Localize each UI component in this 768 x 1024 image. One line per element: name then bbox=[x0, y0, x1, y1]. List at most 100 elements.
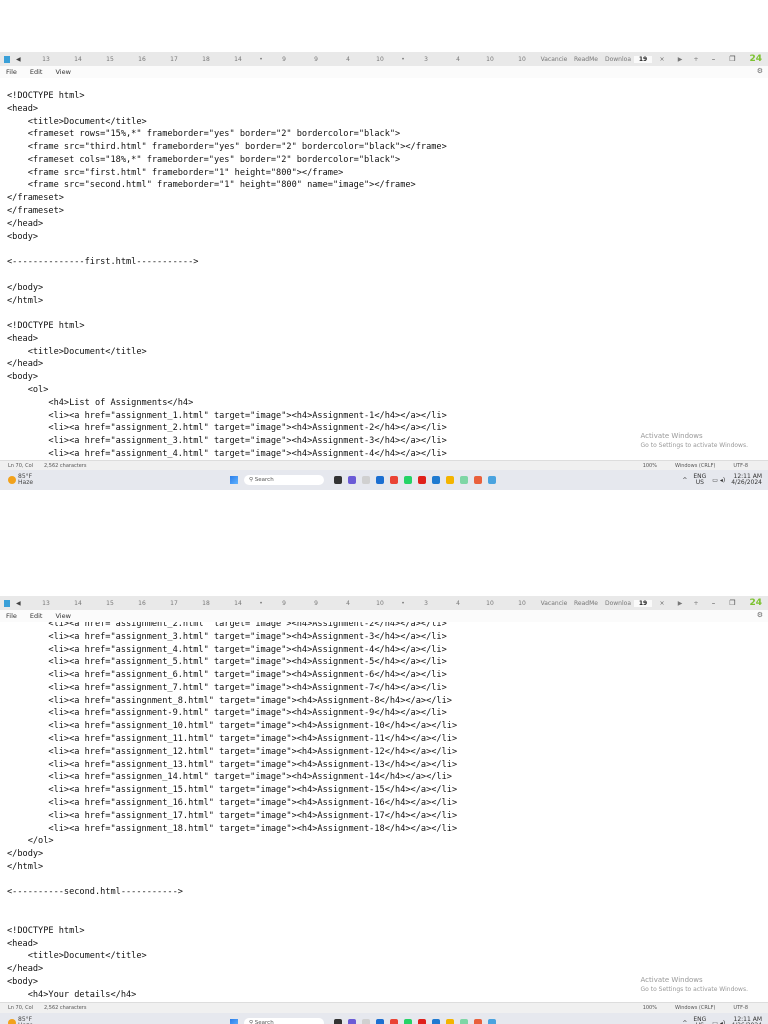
tab[interactable]: Vacancie bbox=[538, 600, 570, 607]
taskbar-app-icon[interactable] bbox=[474, 476, 482, 484]
tab[interactable]: 10 bbox=[474, 56, 506, 63]
taskbar-app-icon[interactable] bbox=[390, 1019, 398, 1024]
line-ending[interactable]: Windows (CRLF) bbox=[675, 463, 715, 469]
tab[interactable]: • bbox=[396, 600, 410, 607]
tab[interactable]: 10 bbox=[506, 56, 538, 63]
taskbar-app-icon[interactable] bbox=[362, 1019, 370, 1024]
windows-start-icon[interactable] bbox=[230, 476, 238, 484]
taskbar-app-icon[interactable] bbox=[418, 1019, 426, 1024]
tab[interactable]: 3 bbox=[410, 56, 442, 63]
tab[interactable]: 14 bbox=[222, 600, 254, 607]
taskbar-app-icon[interactable] bbox=[488, 476, 496, 484]
tab[interactable]: 4 bbox=[442, 600, 474, 607]
scroll-tabs-right-icon[interactable]: ▶ bbox=[672, 600, 688, 607]
taskbar-app-icon[interactable] bbox=[376, 1019, 384, 1024]
tab[interactable]: 3 bbox=[410, 600, 442, 607]
scroll-tabs-right-icon[interactable]: ▶ bbox=[672, 56, 688, 63]
menu-view[interactable]: View bbox=[55, 68, 70, 76]
tab[interactable]: 16 bbox=[126, 56, 158, 63]
text-editor[interactable]: <li><a href="assignment_2.html" target="… bbox=[0, 622, 768, 1002]
tab[interactable]: Downloa bbox=[602, 600, 634, 607]
tray-chevron-icon[interactable]: ^ bbox=[682, 477, 687, 484]
taskbar-app-icon[interactable] bbox=[348, 1019, 356, 1024]
tab[interactable]: 18 bbox=[190, 56, 222, 63]
taskbar-app-icon[interactable] bbox=[334, 476, 342, 484]
taskbar-app-icon[interactable] bbox=[404, 1019, 412, 1024]
new-tab-icon[interactable]: + bbox=[688, 600, 704, 607]
taskbar-app-icon[interactable] bbox=[432, 476, 440, 484]
tab[interactable]: 13 bbox=[30, 56, 62, 63]
taskbar-app-icon[interactable] bbox=[348, 476, 356, 484]
minimize-icon[interactable]: – bbox=[712, 55, 716, 63]
settings-gear-icon[interactable]: ⚙ bbox=[757, 67, 763, 75]
taskbar-app-icon[interactable] bbox=[446, 1019, 454, 1024]
zoom-level[interactable]: 100% bbox=[643, 1005, 657, 1011]
tab[interactable]: 17 bbox=[158, 600, 190, 607]
menu-edit[interactable]: Edit bbox=[30, 612, 43, 620]
weather-widget[interactable]: 85°FHaze bbox=[8, 473, 33, 487]
taskbar-app-icon[interactable] bbox=[446, 476, 454, 484]
taskbar-app-icon[interactable] bbox=[362, 476, 370, 484]
tab[interactable]: Downloa bbox=[602, 56, 634, 63]
tab[interactable]: 14 bbox=[62, 56, 94, 63]
tab-active[interactable]: 19 bbox=[634, 55, 652, 63]
scroll-tabs-left-icon[interactable]: ◀ bbox=[16, 56, 30, 63]
tab[interactable]: 15 bbox=[94, 600, 126, 607]
menu-file[interactable]: File bbox=[6, 612, 17, 620]
encoding[interactable]: UTF-8 bbox=[733, 1005, 748, 1011]
minimize-icon[interactable]: – bbox=[712, 599, 716, 607]
tab[interactable]: 9 bbox=[300, 600, 332, 607]
menu-view[interactable]: View bbox=[55, 612, 70, 620]
tab[interactable]: 15 bbox=[94, 56, 126, 63]
tray-chevron-icon[interactable]: ^ bbox=[682, 1020, 687, 1024]
tab[interactable]: ReadMe bbox=[570, 600, 602, 607]
tab[interactable]: 4 bbox=[442, 56, 474, 63]
taskbar-search[interactable]: ⚲ Search bbox=[244, 475, 324, 485]
tab[interactable]: • bbox=[254, 600, 268, 607]
tab[interactable]: 9 bbox=[268, 600, 300, 607]
tab[interactable]: 10 bbox=[474, 600, 506, 607]
settings-gear-icon[interactable]: ⚙ bbox=[757, 611, 763, 619]
taskbar-app-icon[interactable] bbox=[488, 1019, 496, 1024]
encoding[interactable]: UTF-8 bbox=[733, 463, 748, 469]
tab[interactable]: • bbox=[396, 56, 410, 63]
maximize-icon[interactable]: ❐ bbox=[729, 599, 735, 607]
taskbar-app-icon[interactable] bbox=[418, 476, 426, 484]
tab[interactable]: 14 bbox=[222, 56, 254, 63]
windows-start-icon[interactable] bbox=[230, 1019, 238, 1024]
tab[interactable]: 4 bbox=[332, 56, 364, 63]
zoom-level[interactable]: 100% bbox=[643, 463, 657, 469]
scroll-tabs-left-icon[interactable]: ◀ bbox=[16, 600, 30, 607]
taskbar-app-icon[interactable] bbox=[474, 1019, 482, 1024]
tab[interactable]: 18 bbox=[190, 600, 222, 607]
tab[interactable]: 16 bbox=[126, 600, 158, 607]
maximize-icon[interactable]: ❐ bbox=[729, 55, 735, 63]
taskbar-app-icon[interactable] bbox=[432, 1019, 440, 1024]
tab[interactable]: • bbox=[254, 56, 268, 63]
tab[interactable]: 10 bbox=[364, 600, 396, 607]
text-editor[interactable]: <!DOCTYPE html> <head> <title>Document</t… bbox=[0, 90, 768, 460]
taskbar-app-icon[interactable] bbox=[376, 476, 384, 484]
close-tab-icon[interactable]: × bbox=[652, 600, 672, 607]
new-tab-icon[interactable]: + bbox=[688, 56, 704, 63]
tab[interactable]: 9 bbox=[268, 56, 300, 63]
menu-edit[interactable]: Edit bbox=[30, 68, 43, 76]
tab[interactable]: ReadMe bbox=[570, 56, 602, 63]
tab[interactable]: 4 bbox=[332, 600, 364, 607]
taskbar-app-icon[interactable] bbox=[404, 476, 412, 484]
tab[interactable]: 10 bbox=[364, 56, 396, 63]
weather-widget[interactable]: 85°FHaze bbox=[8, 1016, 33, 1024]
taskbar-app-icon[interactable] bbox=[460, 476, 468, 484]
taskbar-app-icon[interactable] bbox=[390, 476, 398, 484]
taskbar-app-icon[interactable] bbox=[460, 1019, 468, 1024]
taskbar-app-icon[interactable] bbox=[334, 1019, 342, 1024]
wifi-volume-icon[interactable]: ▭ ◂) bbox=[712, 477, 725, 484]
tab[interactable]: 10 bbox=[506, 600, 538, 607]
tab-active[interactable]: 19 bbox=[634, 599, 652, 607]
tab[interactable]: 14 bbox=[62, 600, 94, 607]
tab[interactable]: 13 bbox=[30, 600, 62, 607]
close-tab-icon[interactable]: × bbox=[652, 56, 672, 63]
tab[interactable]: Vacancie bbox=[538, 56, 570, 63]
wifi-volume-icon[interactable]: ▭ ◂) bbox=[712, 1020, 725, 1024]
tab[interactable]: 17 bbox=[158, 56, 190, 63]
